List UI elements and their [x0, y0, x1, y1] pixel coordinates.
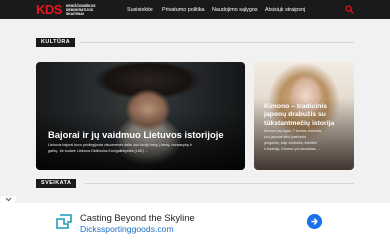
- store-icon[interactable]: [55, 212, 73, 230]
- title-line: tūkstantmečių istorija: [264, 119, 335, 127]
- article-excerpt: Lietuvos bajorai buvo privilegijuota vis…: [48, 142, 243, 154]
- article-title[interactable]: Kimono – tradicinis japonų drabužis su t…: [264, 103, 334, 128]
- arrow-right-icon[interactable]: [307, 214, 322, 229]
- article-excerpt: Kimono yra ilgas, T formos drabužis, kur…: [264, 128, 322, 152]
- nav-link-privacy[interactable]: Privatumo politika: [162, 7, 205, 13]
- article-card-featured[interactable]: Bajorai ir jų vaidmuo Lietuvos istorijoj…: [36, 62, 245, 170]
- article-title[interactable]: Bajorai ir jų vaidmuo Lietuvos istorijoj…: [48, 129, 224, 140]
- ad-url[interactable]: Dickssportinggoods.com: [80, 224, 174, 234]
- excerpt-line: ir tradicijų. Kimono yra siuvamas ...: [264, 147, 320, 151]
- section-divider: [80, 42, 354, 43]
- logo-mark: KDS: [36, 2, 62, 17]
- search-icon[interactable]: [345, 5, 354, 14]
- section-label-kultura: KULTŪRA: [36, 38, 76, 47]
- ad-collapse-button[interactable]: [0, 196, 16, 203]
- excerpt-line: garbę. Jie sudarė Lietuvos Didžiosios Ku…: [48, 149, 148, 153]
- nav-link-contact[interactable]: Susisiekite: [127, 7, 153, 13]
- nav-link-download[interactable]: Atsisiųk straipsnį: [265, 7, 305, 13]
- section-label-sveikata: SVEIKATA: [36, 179, 77, 188]
- chevron-down-icon: [5, 197, 11, 202]
- logo-subtitle: KRIKŠČIONIŠKOS DEMOKRATIJOS SKAITINIAI: [66, 4, 96, 16]
- site-logo[interactable]: KDS KRIKŠČIONIŠKOS DEMOKRATIJOS SKAITINI…: [36, 2, 96, 17]
- nav-link-terms[interactable]: Naudojimo sąlygos: [212, 7, 258, 13]
- section-divider: [85, 183, 354, 184]
- ad-title[interactable]: Casting Beyond the Skyline: [80, 212, 195, 223]
- title-line: japonų drabužis su: [264, 111, 326, 119]
- article-card-secondary[interactable]: Kimono – tradicinis japonų drabužis su t…: [254, 62, 354, 170]
- title-line: Kimono – tradicinis: [264, 103, 328, 110]
- logo-subtitle-line: SKAITINIAI: [65, 11, 84, 16]
- top-navbar: KDS KRIKŠČIONIŠKOS DEMOKRATIJOS SKAITINI…: [0, 0, 390, 19]
